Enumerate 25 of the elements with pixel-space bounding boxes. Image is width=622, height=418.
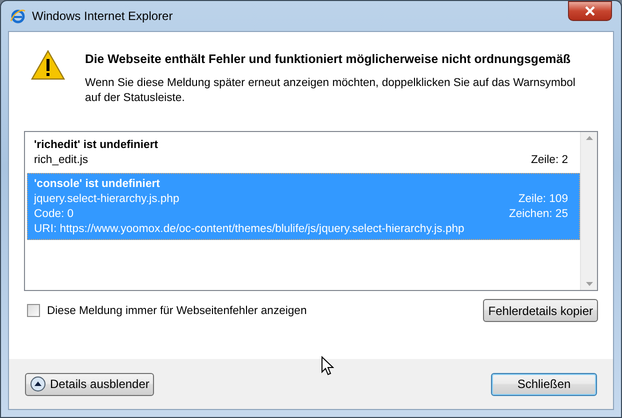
close-icon bbox=[584, 6, 596, 16]
hide-details-button[interactable]: Details ausblender bbox=[25, 372, 154, 396]
error-uri: URI: https://www.yoomox.de/oc-content/themes/blulife/js/jquery.select-hierarchy.js.php bbox=[34, 223, 466, 235]
browser-logo-icon bbox=[10, 8, 26, 24]
hint-message: Wenn Sie diese Meldung später erneut anzeigen möchten, doppelklicken Sie auf das Warnsymbol auf der Statusleiste. bbox=[85, 76, 576, 106]
cursor-icon bbox=[321, 356, 334, 376]
copy-details-button[interactable]: Fehlerdetails kopier bbox=[483, 299, 598, 322]
close-dialog-button[interactable]: Schließen bbox=[491, 372, 597, 396]
window-title: Windows Internet Explorer bbox=[32, 9, 174, 23]
char-position: Zeichen: 25 bbox=[508, 208, 568, 220]
scroll-down-icon[interactable] bbox=[586, 282, 592, 286]
line-number: Zeile: 2 bbox=[530, 154, 568, 166]
error-code: Code: 0 bbox=[34, 208, 74, 220]
file-name: rich_edit.js bbox=[34, 154, 88, 166]
error-title: 'richedit' ist undefiniert bbox=[34, 139, 160, 151]
error-title: 'console' ist undefiniert bbox=[34, 178, 161, 190]
line-number: Zeile: 109 bbox=[518, 193, 568, 205]
file-name: jquery.select-hierarchy.js.php bbox=[34, 193, 180, 205]
always-show-checkbox[interactable]: Diese Meldung immer für Webseitenfehler anzeigen bbox=[27, 304, 307, 317]
error-heading: Die Webseite enthält Fehler und funktioniert möglicherweise nicht ordnungsgemäß bbox=[85, 52, 572, 66]
close-button[interactable] bbox=[568, 1, 612, 21]
warning-icon bbox=[31, 50, 65, 80]
scroll-up-icon[interactable] bbox=[586, 136, 592, 140]
scrollbar[interactable] bbox=[580, 132, 597, 290]
collapse-icon bbox=[30, 376, 46, 392]
